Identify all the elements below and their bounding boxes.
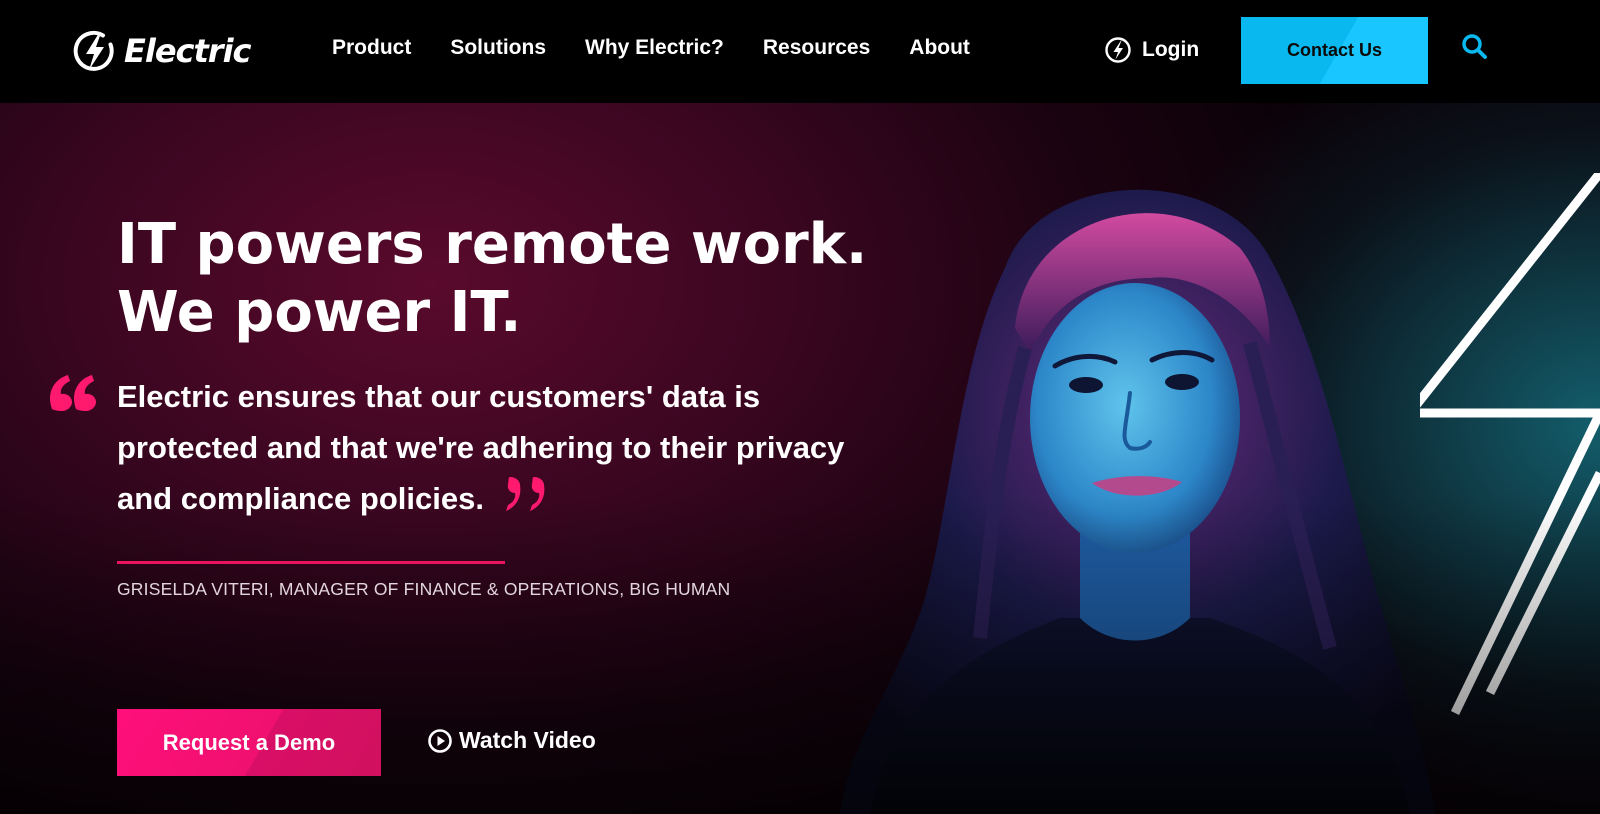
watch-video-link[interactable]: Watch Video [428,727,596,754]
hero-headline: IT powers remote work. We power IT. [117,211,867,347]
hero-headline-line-2: We power IT. [117,280,522,345]
contact-us-button[interactable]: Contact Us [1241,17,1428,84]
top-navigation-bar: Electric Product Solutions Why Electric?… [0,0,1600,103]
nav-item-about[interactable]: About [909,36,970,60]
request-demo-button[interactable]: Request a Demo [117,709,381,776]
login-label: Login [1142,38,1200,61]
quote-divider [117,561,505,564]
main-menu: Product Solutions Why Electric? Resource… [332,36,1009,60]
brand-name: Electric [124,32,252,70]
testimonial-quote-text: Electric ensures that our customers' dat… [117,379,845,516]
lightning-bolt-circle-icon [1105,37,1131,63]
hero-section: IT powers remote work. We power IT. Elec… [0,103,1600,814]
login-link[interactable]: Login [1104,36,1199,64]
lightning-bolt-circle-icon [73,30,114,71]
nav-item-solutions[interactable]: Solutions [450,36,546,60]
search-button[interactable] [1460,32,1490,62]
brand-logo-link[interactable]: Electric [70,26,252,76]
hero-headline-line-1: IT powers remote work. [117,212,868,277]
watch-video-label: Watch Video [459,727,596,753]
nav-item-resources[interactable]: Resources [763,36,870,60]
search-icon [1462,34,1487,59]
close-quote-icon [505,477,545,511]
play-circle-icon [428,728,452,753]
open-quote-icon [49,375,96,411]
testimonial-quote: Electric ensures that our customers' dat… [117,371,877,524]
testimonial-attribution: GRISELDA VITERI, MANAGER OF FINANCE & OP… [117,579,731,599]
nav-item-product[interactable]: Product [332,36,411,60]
nav-item-why-electric[interactable]: Why Electric? [585,36,724,60]
